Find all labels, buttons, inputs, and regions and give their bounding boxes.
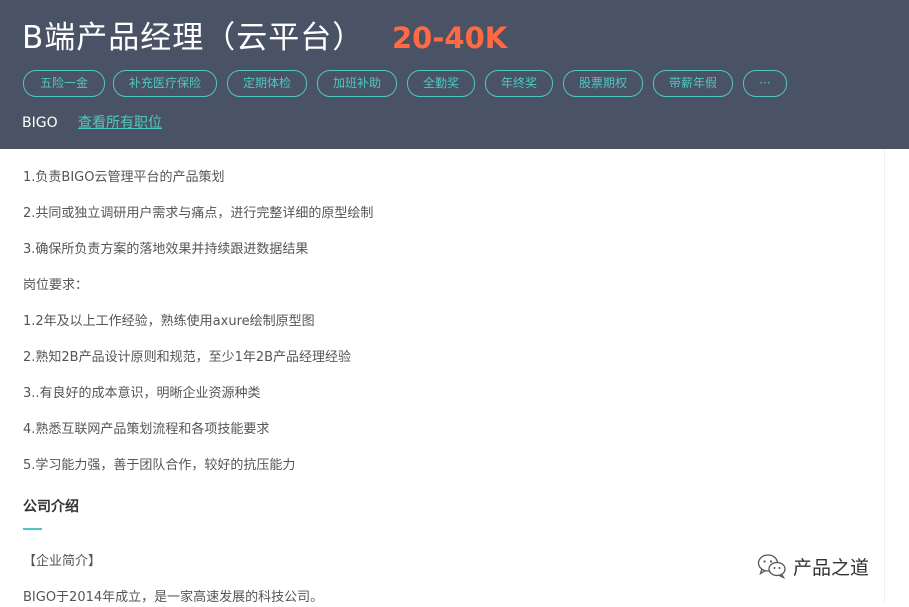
benefit-tag: 五险一金 bbox=[23, 70, 105, 97]
benefit-tag: 补充医疗保险 bbox=[113, 70, 217, 97]
view-all-jobs-link[interactable]: 查看所有职位 bbox=[78, 114, 162, 132]
salary: 20-40K bbox=[392, 21, 508, 55]
section-underline bbox=[23, 528, 42, 530]
company-name: BIGO bbox=[22, 115, 58, 131]
requirements-heading: 岗位要求： bbox=[23, 278, 89, 293]
description-line: 3..有良好的成本意识，明晰企业资源种类 bbox=[23, 386, 261, 401]
benefit-tag: 年终奖 bbox=[485, 70, 553, 97]
benefit-tag: 定期体检 bbox=[227, 70, 307, 97]
wechat-icon bbox=[757, 554, 786, 579]
watermark: 产品之道 bbox=[757, 549, 869, 583]
watermark-text: 产品之道 bbox=[793, 556, 870, 579]
company-intro-subtitle: 【企业简介】 bbox=[23, 554, 102, 569]
job-content: 1.负责BIGO云管理平台的产品策划 2.共同或独立调研用户需求与痛点，进行完整… bbox=[0, 149, 885, 605]
description-line: 3.确保所负责方案的落地效果并持续跟进数据结果 bbox=[23, 242, 309, 257]
description-line: 4.熟悉互联网产品策划流程和各项技能要求 bbox=[23, 422, 270, 437]
company-intro-text: BIGO于2014年成立，是一家高速发展的科技公司。 bbox=[23, 590, 324, 605]
description-line: 5.学习能力强，善于团队合作，较好的抗压能力 bbox=[23, 458, 296, 473]
job-header: B端产品经理（云平台） 20-40K 五险一金 补充医疗保险 定期体检 加班补助… bbox=[0, 0, 909, 149]
more-tags-button[interactable]: ··· bbox=[743, 70, 787, 97]
benefit-tag: 全勤奖 bbox=[407, 70, 475, 97]
benefit-tag: 带薪年假 bbox=[653, 70, 733, 97]
company-intro-title: 公司介绍 bbox=[23, 499, 79, 515]
description-line: 2.熟知2B产品设计原则和规范，至少1年2B产品经理经验 bbox=[23, 350, 352, 365]
benefit-tag: 加班补助 bbox=[317, 70, 397, 97]
job-title: B端产品经理（云平台） bbox=[22, 20, 365, 56]
description-line: 1.2年及以上工作经验，熟练使用axure绘制原型图 bbox=[23, 314, 315, 329]
benefit-tag: 股票期权 bbox=[563, 70, 643, 97]
description-line: 2.共同或独立调研用户需求与痛点，进行完整详细的原型绘制 bbox=[23, 206, 374, 221]
description-line: 1.负责BIGO云管理平台的产品策划 bbox=[23, 170, 225, 185]
